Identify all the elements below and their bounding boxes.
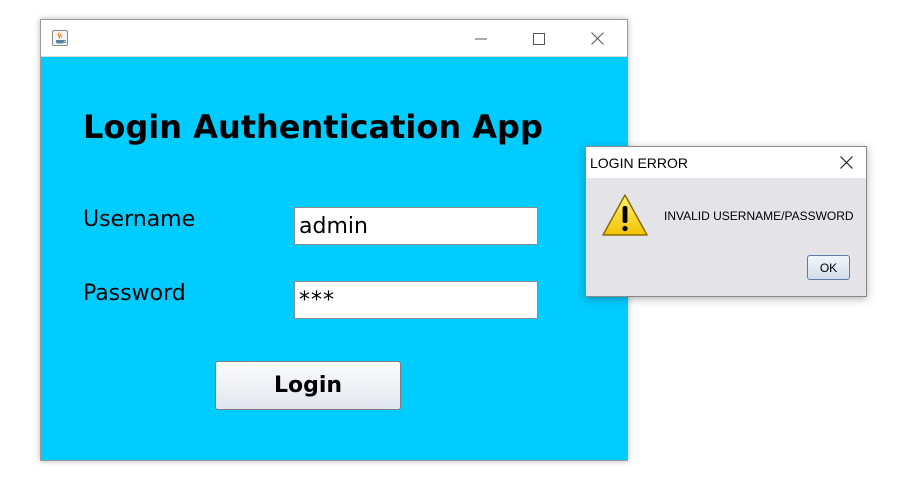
ok-button[interactable]: OK [807,255,850,280]
login-window-titlebar[interactable] [41,20,627,57]
close-icon[interactable] [826,147,866,178]
dialog-title: LOGIN ERROR [590,155,689,171]
minimize-icon[interactable] [458,20,504,57]
page-title: Login Authentication App [83,108,543,146]
desktop: Login Authentication App Username Passwo… [0,0,915,498]
maximize-icon[interactable] [516,20,562,57]
close-icon[interactable] [574,20,620,57]
password-field[interactable] [294,281,538,319]
warning-icon [601,193,649,237]
login-window: Login Authentication App Username Passwo… [40,19,628,461]
error-message: INVALID USERNAME/PASSWORD [664,209,854,223]
dialog-titlebar[interactable]: LOGIN ERROR [586,147,866,178]
username-label: Username [83,207,196,232]
password-label: Password [83,281,186,306]
login-error-dialog: LOGIN ERROR INVALID USERNAME/PASSWORD OK [585,146,867,297]
login-button[interactable]: Login [215,361,401,410]
username-field[interactable] [294,207,538,245]
java-app-icon[interactable] [52,30,68,46]
